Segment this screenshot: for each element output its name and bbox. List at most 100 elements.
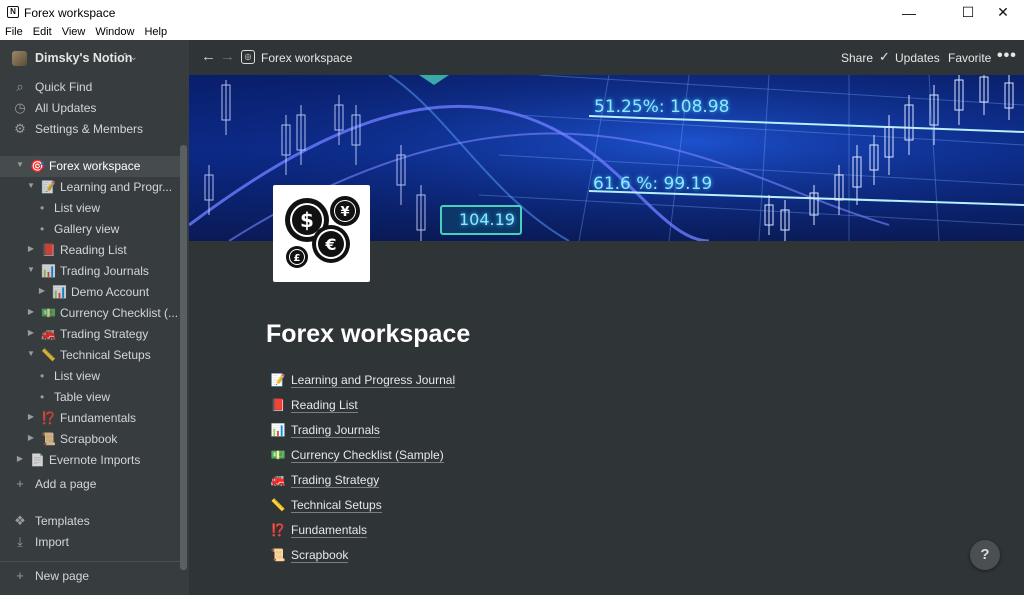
page-icon: 💵 [41,306,56,320]
workspace-switcher[interactable]: Dimsky's Notion ⌃⌄ [0,48,189,70]
expand-arrow-icon[interactable]: ▶ [26,433,36,442]
expand-arrow-icon[interactable]: ▶ [26,412,36,421]
sidebar-item-demo-account[interactable]: ▶ 📊 Demo Account [0,282,180,303]
help-button[interactable]: ? [970,540,1000,570]
sidebar-item-label: Demo Account [71,285,150,299]
minimize-button[interactable]: — [886,0,932,25]
close-button[interactable]: ✕ [980,0,1024,25]
page-icon-currency-coins[interactable]: $ ¥ € £ [273,185,370,282]
updates-button[interactable]: Updates [895,51,940,65]
page-link-label: Trading Journals [291,422,380,438]
menu-help[interactable]: Help [139,25,172,40]
interrobang-icon: ⁉️ [270,523,286,537]
import-icon: ⤓ [17,533,23,549]
sidebar-item-currency-checklist[interactable]: ▶ 💵 Currency Checklist (... [0,303,180,324]
page-link-label: Trading Strategy [291,472,380,488]
expand-arrow-icon[interactable]: ▶ [37,286,47,295]
page-icon: ⁉️ [41,411,56,425]
svg-text:€: € [324,235,336,254]
expand-arrow-icon[interactable]: ▼ [26,181,36,190]
more-options-icon[interactable]: ••• [997,47,1017,65]
sidebar-item-learning[interactable]: ▼ 📝 Learning and Progr... [0,177,180,198]
chevron-updown-icon: ⌃⌄ [121,52,138,63]
sidebar-item-gallery-view[interactable]: • Gallery view [0,219,180,240]
menu-edit[interactable]: Edit [28,25,57,40]
page-link-currency-checklist[interactable]: 💵 Currency Checklist (Sample) [270,445,444,465]
import-button[interactable]: ⤓ Import [0,531,180,552]
sidebar-item-scrapbook[interactable]: ▶ 📜 Scrapbook [0,429,180,450]
check-icon: ✓ [879,49,890,64]
sidebar-item-table-view[interactable]: • Table view [0,387,180,408]
page-link-technical-setups[interactable]: 📏 Technical Setups [270,495,382,515]
expand-arrow-icon[interactable]: ▼ [26,349,36,358]
sidebar-item-reading-list[interactable]: ▶ 📕 Reading List [0,240,180,261]
all-updates-label: All Updates [35,100,97,115]
gear-icon: ⚙ [14,120,26,136]
sidebar-item-label: Reading List [60,243,127,257]
menu-view[interactable]: View [57,25,91,40]
page-icon: 📄 [30,453,45,467]
sidebar-item-list-view-2[interactable]: • List view [0,366,180,387]
sidebar-item-fundamentals[interactable]: ▶ ⁉️ Fundamentals [0,408,180,429]
expand-arrow-icon[interactable]: ▶ [26,328,36,337]
bullet-icon: • [40,369,45,383]
book-icon: 📕 [270,398,286,412]
sidebar-item-list-view[interactable]: • List view [0,198,180,219]
sidebar-item-trading-strategy[interactable]: ▶ 🚒 Trading Strategy [0,324,180,345]
sidebar: Dimsky's Notion ⌃⌄ ⌕ Quick Find ◷ All Up… [0,40,189,595]
bullet-icon: • [40,222,45,236]
page-link-learning[interactable]: 📝 Learning and Progress Journal [270,370,456,390]
window-title: Forex workspace [24,6,116,20]
templates-button[interactable]: ❖ Templates [0,510,180,531]
add-page-label: Add a page [35,476,97,491]
expand-arrow-icon[interactable]: ▶ [26,244,36,253]
sidebar-item-label: Evernote Imports [49,453,141,467]
sidebar-item-label: Forex workspace [49,159,141,173]
expand-arrow-icon[interactable]: ▼ [15,160,25,169]
menu-file[interactable]: File [0,25,28,40]
forward-arrow-icon[interactable]: → [220,48,235,65]
page-title[interactable]: Forex workspace [266,320,470,349]
expand-arrow-icon[interactable]: ▶ [15,454,25,463]
breadcrumb[interactable]: Forex workspace [261,51,352,65]
all-updates-button[interactable]: ◷ All Updates [0,97,180,118]
page-link-reading-list[interactable]: 📕 Reading List [270,395,358,415]
sidebar-item-technical-setups[interactable]: ▼ 📏 Technical Setups [0,345,180,366]
page-icon: 🎯 [30,159,45,173]
templates-label: Templates [35,513,90,528]
sidebar-scrollbar[interactable] [180,145,187,570]
add-page-button[interactable]: + Add a page [0,473,180,494]
sidebar-item-label: Technical Setups [60,348,151,362]
page-link-label: Technical Setups [291,497,382,513]
favorite-button[interactable]: Favorite [948,51,991,65]
expand-arrow-icon[interactable]: ▼ [26,265,36,274]
page-icon: 🚒 [41,327,56,341]
quick-find-button[interactable]: ⌕ Quick Find [0,76,180,97]
title-bar: N Forex workspace — ☐ ✕ [0,0,1024,25]
sidebar-item-forex-workspace[interactable]: ▼ 🎯 Forex workspace [0,156,180,177]
page-link-scrapbook[interactable]: 📜 Scrapbook [270,545,349,565]
sidebar-item-label: Trading Journals [60,264,149,278]
page-link-trading-journals[interactable]: 📊 Trading Journals [270,420,380,440]
sidebar-item-label: Learning and Progr... [60,180,173,194]
menu-window[interactable]: Window [90,25,139,40]
sidebar-item-trading-journals[interactable]: ▼ 📊 Trading Journals [0,261,180,282]
page-link-fundamentals[interactable]: ⁉️ Fundamentals [270,520,368,540]
page-link-trading-strategy[interactable]: 🚒 Trading Strategy [270,470,380,490]
scroll-icon: 📜 [270,548,286,562]
expand-arrow-icon[interactable]: ▶ [26,307,36,316]
page-icon: 📕 [41,243,56,257]
back-arrow-icon[interactable]: ← [201,48,216,65]
sidebar-item-evernote-imports[interactable]: ▶ 📄 Evernote Imports [0,450,180,471]
settings-members-button[interactable]: ⚙ Settings & Members [0,118,180,139]
share-button[interactable]: Share [841,51,873,65]
bar-chart-icon: 📊 [270,423,286,437]
clock-icon: ◷ [14,99,26,115]
menu-bar: File Edit View Window Help [0,25,1024,40]
new-page-button[interactable]: + New page [0,565,180,586]
plus-icon: + [16,568,24,583]
settings-members-label: Settings & Members [35,121,144,136]
sidebar-item-label: List view [54,369,101,383]
cover-label-1: 51.25%: 108.98 [594,97,730,117]
templates-icon: ❖ [14,512,26,528]
